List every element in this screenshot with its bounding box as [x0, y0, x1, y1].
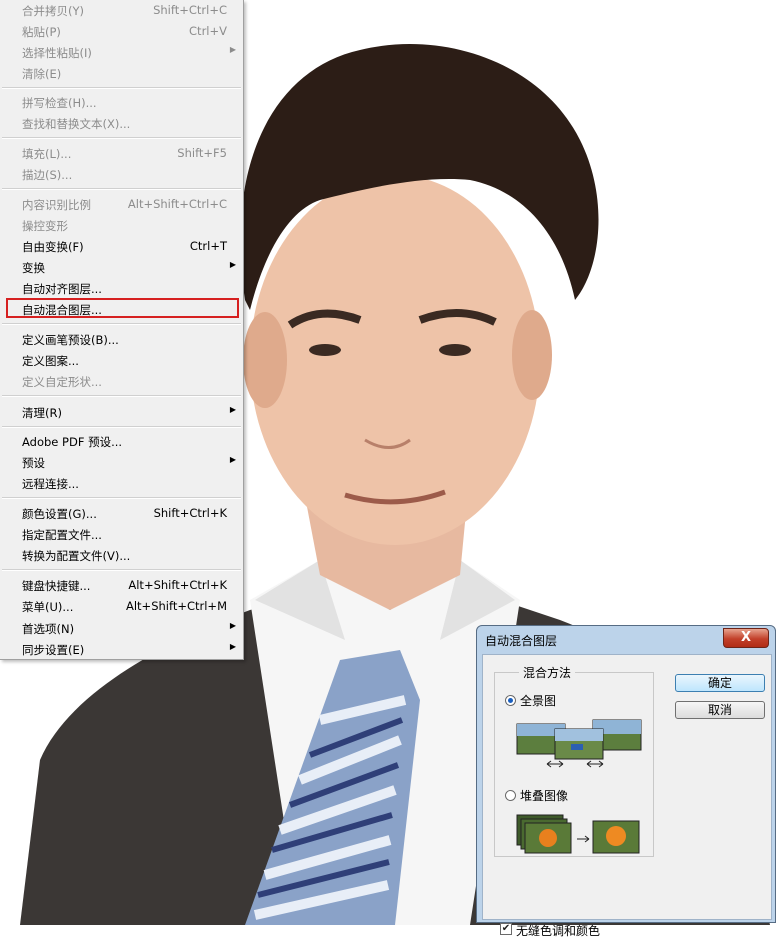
menu-item-convert-profile[interactable]: 转换为配置文件(V)...: [0, 545, 243, 566]
menu-item-shortcut: Ctrl+T: [189, 239, 227, 253]
submenu-arrow-icon: ▶: [229, 405, 236, 414]
dialog-title: 自动混合图层: [485, 634, 558, 648]
menu-item-label: 自动对齐图层...: [22, 282, 102, 296]
menu-item-label: 变换: [22, 261, 45, 275]
menu-separator: [2, 188, 241, 190]
menu-item-assign-profile[interactable]: 指定配置文件...: [0, 524, 243, 545]
panorama-label: 全景图: [520, 694, 557, 708]
submenu-arrow-icon: ▶: [229, 621, 236, 630]
stack-images-radio[interactable]: [505, 790, 516, 801]
menu-item-label: Adobe PDF 预设...: [22, 435, 123, 449]
menu-item-menus[interactable]: 菜单(U)... Alt+Shift+Ctrl+M: [0, 596, 243, 617]
menu-item-transform[interactable]: 变换 ▶: [0, 257, 243, 278]
panorama-illustration: [516, 719, 642, 768]
menu-item-fill[interactable]: 填充(L)... Shift+F5: [0, 143, 243, 164]
menu-item-label: 自由变换(F): [22, 240, 84, 254]
menu-item-keyboard-shortcuts[interactable]: 键盘快捷键... Alt+Shift+Ctrl+K: [0, 575, 243, 596]
menu-item-auto-align-layers[interactable]: 自动对齐图层...: [0, 278, 243, 299]
menu-item-label: 选择性粘贴(I): [22, 46, 92, 60]
menu-item-free-transform[interactable]: 自由变换(F) Ctrl+T: [0, 236, 243, 257]
menu-item-content-aware-scale[interactable]: 内容识别比例 Alt+Shift+Ctrl+C: [0, 194, 243, 215]
menu-item-label: 操控变形: [22, 219, 68, 233]
menu-item-puppet-warp[interactable]: 操控变形: [0, 215, 243, 236]
panorama-radio[interactable]: [505, 695, 516, 706]
menu-item-label: 内容识别比例: [22, 198, 91, 212]
edit-menu: 合并拷贝(Y) Shift+Ctrl+C 粘贴(P) Ctrl+V 选择性粘贴(…: [0, 0, 244, 660]
menu-item-paste-special[interactable]: 选择性粘贴(I) ▶: [0, 42, 243, 63]
menu-separator: [2, 395, 241, 397]
menu-item-define-brush[interactable]: 定义画笔预设(B)...: [0, 329, 243, 350]
menu-item-label: 查找和替换文本(X)...: [22, 117, 131, 131]
menu-item-label: 定义图案...: [22, 354, 79, 368]
menu-item-remote-connections[interactable]: 远程连接...: [0, 473, 243, 494]
menu-item-purge[interactable]: 清理(R) ▶: [0, 402, 243, 423]
menu-item-shortcut: Ctrl+V: [189, 24, 227, 38]
menu-item-presets[interactable]: 预设 ▶: [0, 452, 243, 473]
submenu-arrow-icon: ▶: [229, 45, 236, 54]
menu-item-label: 拼写检查(H)...: [22, 96, 97, 110]
dialog-body: 混合方法 全景图 堆叠图像 确定 取消 ✔ 无缝色调和颜色: [482, 654, 772, 938]
close-icon[interactable]: X: [723, 628, 769, 648]
menu-item-shortcut: Shift+Ctrl+K: [153, 506, 227, 520]
menu-separator: [2, 87, 241, 89]
menu-separator: [2, 137, 241, 139]
menu-item-pdf-presets[interactable]: Adobe PDF 预设...: [0, 431, 243, 452]
group-label: 混合方法: [519, 664, 576, 681]
menu-item-label: 定义自定形状...: [22, 375, 102, 389]
stack-images-illustration: [516, 814, 640, 854]
stack-images-label: 堆叠图像: [520, 789, 569, 803]
menu-item-shortcut: Alt+Shift+Ctrl+K: [128, 578, 227, 592]
menu-separator: [2, 323, 241, 325]
menu-item-label: 同步设置(E): [22, 643, 85, 657]
menu-item-label: 菜单(U)...: [22, 600, 74, 614]
blend-method-group: 混合方法 全景图 堆叠图像: [494, 664, 654, 857]
menu-item-paste[interactable]: 粘贴(P) Ctrl+V: [0, 21, 243, 42]
menu-item-spell-check[interactable]: 拼写检查(H)...: [0, 92, 243, 113]
menu-item-label: 键盘快捷键...: [22, 579, 91, 593]
menu-item-label: 指定配置文件...: [22, 528, 102, 542]
menu-item-label: 合并拷贝(Y): [22, 4, 84, 18]
menu-item-label: 颜色设置(G)...: [22, 507, 97, 521]
menu-item-merge-copy[interactable]: 合并拷贝(Y) Shift+Ctrl+C: [0, 0, 243, 21]
menu-item-label: 定义画笔预设(B)...: [22, 333, 119, 347]
auto-blend-dialog: 自动混合图层 X 混合方法 全景图 堆叠图像 确定 取消 ✔ 无缝色调和颜色: [476, 625, 776, 938]
cancel-button[interactable]: 取消: [675, 701, 765, 719]
menu-item-label: 描边(S)...: [22, 168, 73, 182]
menu-item-define-pattern[interactable]: 定义图案...: [0, 350, 243, 371]
menu-item-shortcut: Alt+Shift+Ctrl+M: [125, 599, 227, 613]
menu-item-label: 转换为配置文件(V)...: [22, 549, 131, 563]
menu-item-find-replace[interactable]: 查找和替换文本(X)...: [0, 113, 243, 134]
submenu-arrow-icon: ▶: [229, 455, 236, 464]
menu-item-label: 清除(E): [22, 67, 62, 81]
menu-separator: [2, 497, 241, 499]
menu-item-shortcut: Shift+Ctrl+C: [153, 3, 227, 17]
menu-item-sync-settings[interactable]: 同步设置(E) ▶: [0, 639, 243, 660]
menu-separator: [2, 569, 241, 571]
menu-item-preferences[interactable]: 首选项(N) ▶: [0, 618, 243, 639]
ok-button[interactable]: 确定: [675, 674, 765, 692]
submenu-arrow-icon: ▶: [229, 260, 236, 269]
menu-item-clear[interactable]: 清除(E): [0, 63, 243, 84]
menu-item-stroke[interactable]: 描边(S)...: [0, 164, 243, 185]
menu-item-label: 预设: [22, 456, 45, 470]
menu-item-shortcut: Alt+Shift+Ctrl+C: [127, 197, 227, 211]
menu-item-define-shape[interactable]: 定义自定形状...: [0, 371, 243, 392]
menu-item-label: 清理(R): [22, 406, 62, 420]
menu-item-color-settings[interactable]: 颜色设置(G)... Shift+Ctrl+K: [0, 503, 243, 524]
menu-item-label: 远程连接...: [22, 477, 79, 491]
menu-item-label: 填充(L)...: [22, 147, 72, 161]
menu-item-label: 首选项(N): [22, 622, 75, 636]
highlight-box: [6, 298, 239, 318]
menu-separator: [2, 426, 241, 428]
menu-item-shortcut: Shift+F5: [177, 146, 227, 160]
submenu-arrow-icon: ▶: [229, 642, 236, 651]
menu-item-label: 粘贴(P): [22, 25, 61, 39]
